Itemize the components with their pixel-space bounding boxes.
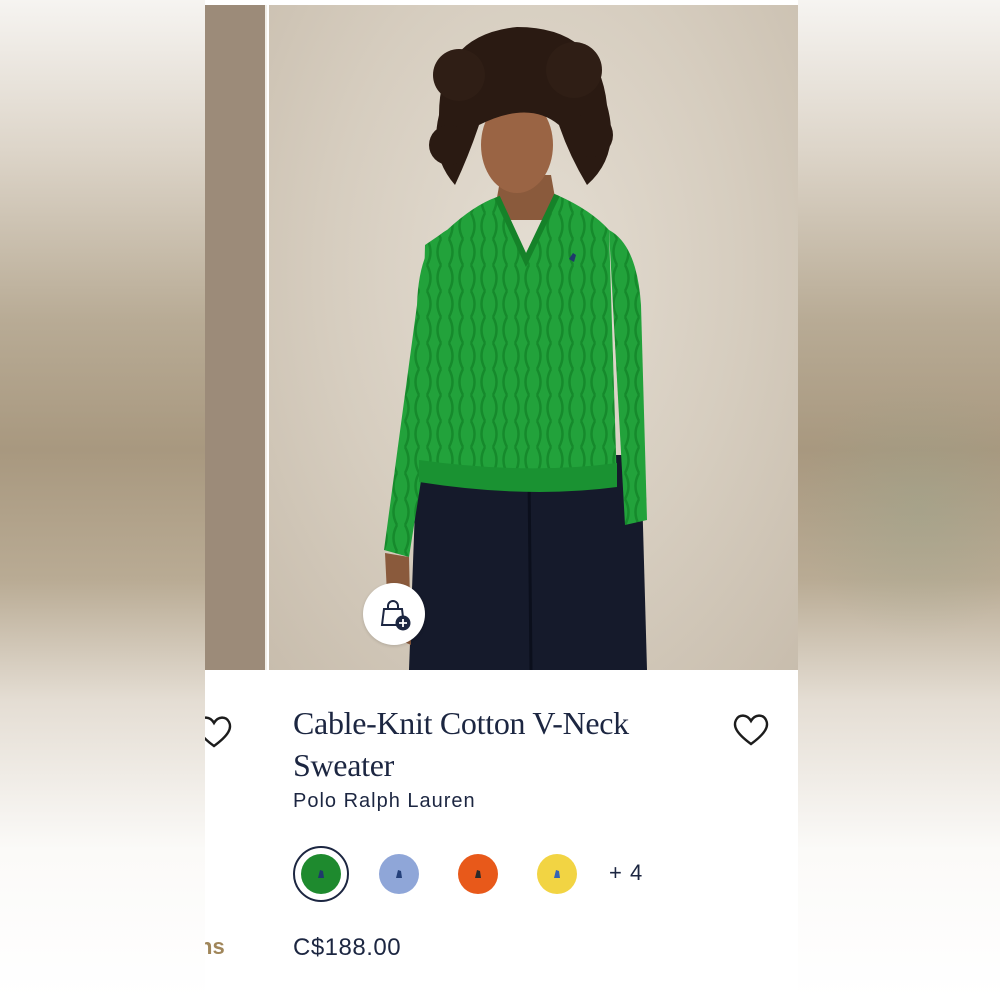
product-listing-screen: ns Cable-Knit Cotton V-Neck Sweater Polo… xyxy=(205,0,798,1000)
heart-icon[interactable] xyxy=(205,712,235,750)
swatch-orange[interactable] xyxy=(450,846,506,902)
swatch-color xyxy=(379,854,419,894)
swatch-color xyxy=(458,854,498,894)
previous-product-image[interactable] xyxy=(205,5,267,670)
color-swatches: + 4 xyxy=(293,846,693,902)
more-colors-link[interactable]: + 4 xyxy=(609,860,643,886)
pony-logo-icon xyxy=(554,870,560,878)
swatch-green[interactable] xyxy=(293,846,349,902)
pony-logo-icon xyxy=(396,870,402,878)
background-blur-left xyxy=(0,0,205,1000)
model-photo xyxy=(384,27,647,670)
pony-logo-icon xyxy=(318,870,324,878)
add-to-bag-button[interactable] xyxy=(363,583,425,645)
product-title[interactable]: Cable-Knit Cotton V-Neck Sweater xyxy=(293,702,693,786)
product-brand: Polo Ralph Lauren xyxy=(293,790,476,812)
swatch-color xyxy=(537,854,577,894)
product-image[interactable] xyxy=(269,5,798,670)
swatch-light-blue[interactable] xyxy=(371,846,427,902)
swatch-yellow[interactable] xyxy=(529,846,585,902)
product-price: C$188.00 xyxy=(293,934,402,961)
wishlist-heart-icon[interactable] xyxy=(731,710,771,748)
swatch-color xyxy=(301,854,341,894)
product-info: ns Cable-Knit Cotton V-Neck Sweater Polo… xyxy=(205,670,798,1000)
pony-logo-icon xyxy=(475,870,481,878)
shopping-bag-plus-icon xyxy=(380,600,411,631)
background-blur-right xyxy=(798,0,1000,1000)
previous-product-price-partial: ns xyxy=(205,934,225,959)
